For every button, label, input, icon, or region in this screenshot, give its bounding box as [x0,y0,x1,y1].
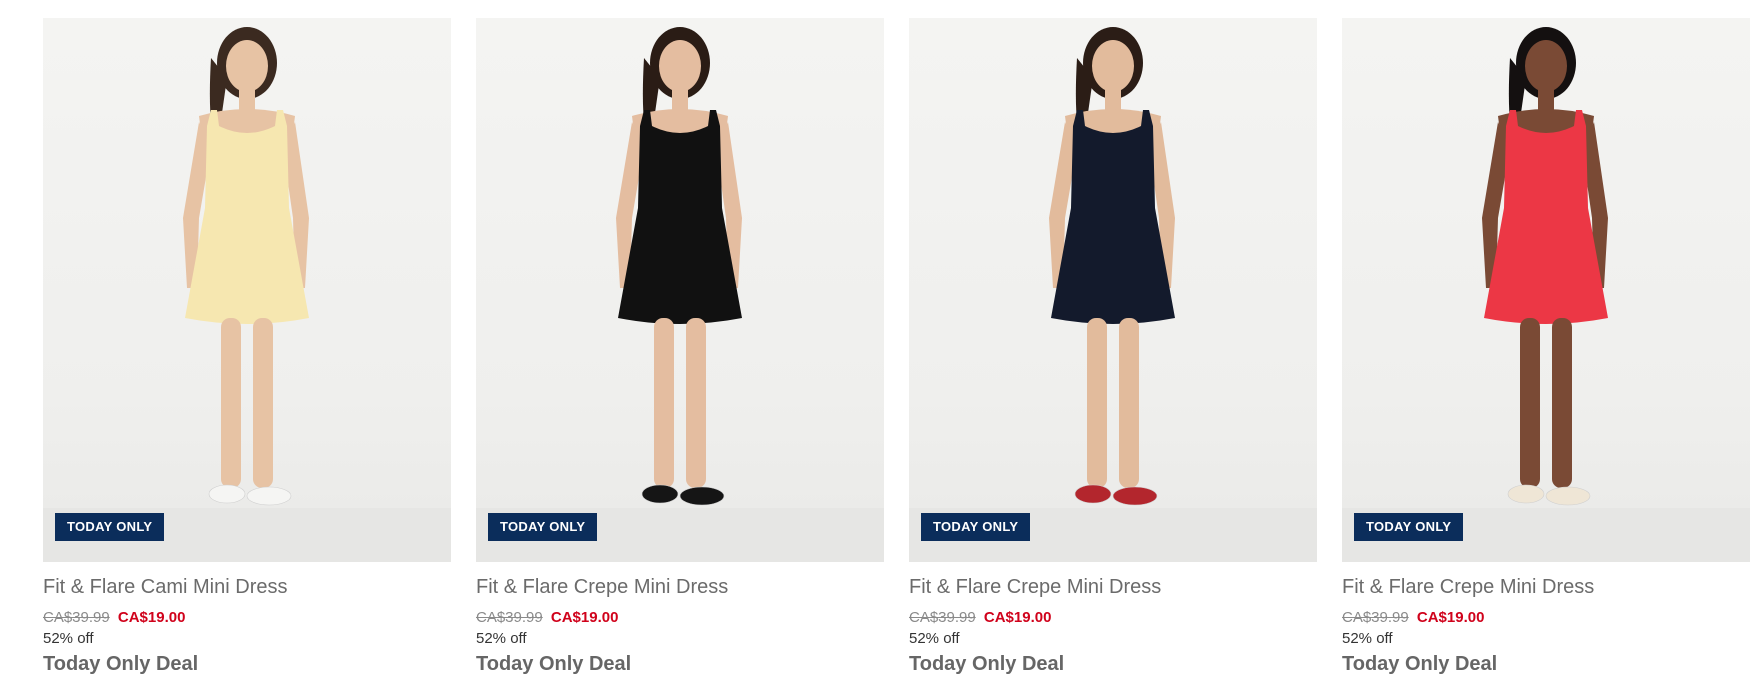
model-figure [43,27,451,562]
original-price: CA$39.99 [476,609,543,626]
promo-label: Today Only Deal [909,653,1065,675]
today-only-badge: TODAY ONLY [1354,513,1464,541]
discount-label: 52% off [476,630,527,647]
discount-label: 52% off [1342,630,1393,647]
sale-price: CA$19.00 [983,609,1052,626]
product-title[interactable]: Fit & Flare Crepe Mini Dress [909,576,1317,599]
promo-label: Today Only Deal [43,653,199,675]
price-row: CA$39.99 CA$19.00 [909,609,1317,626]
original-price: CA$39.99 [1342,609,1409,626]
sale-price: CA$19.00 [117,609,186,626]
model-figure [1342,27,1750,562]
price-row: CA$39.99 CA$19.00 [43,609,451,626]
original-price: CA$39.99 [43,609,110,626]
original-price: CA$39.99 [909,609,976,626]
model-figure [909,27,1317,562]
today-only-badge: TODAY ONLY [921,513,1031,541]
today-only-badge: TODAY ONLY [488,513,598,541]
product-card[interactable]: TODAY ONLY Fit & Flare Cami Mini Dress C… [43,18,451,682]
discount-label: 52% off [909,630,960,647]
product-grid: TODAY ONLY Fit & Flare Cami Mini Dress C… [0,0,1758,682]
promo-label: Today Only Deal [1342,653,1498,675]
promo-label: Today Only Deal [476,653,632,675]
price-row: CA$39.99 CA$19.00 [476,609,884,626]
price-row: CA$39.99 CA$19.00 [1342,609,1750,626]
sale-price: CA$19.00 [1416,609,1485,626]
product-card[interactable]: TODAY ONLY Fit & Flare Crepe Mini Dress … [909,18,1317,682]
product-card[interactable]: TODAY ONLY Fit & Flare Crepe Mini Dress … [1342,18,1750,682]
product-image[interactable]: TODAY ONLY [43,18,451,562]
sale-price: CA$19.00 [550,609,619,626]
discount-label: 52% off [43,630,94,647]
product-title[interactable]: Fit & Flare Crepe Mini Dress [476,576,884,599]
product-image[interactable]: TODAY ONLY [1342,18,1750,562]
product-card[interactable]: TODAY ONLY Fit & Flare Crepe Mini Dress … [476,18,884,682]
product-title[interactable]: Fit & Flare Cami Mini Dress [43,576,451,599]
today-only-badge: TODAY ONLY [55,513,165,541]
product-image[interactable]: TODAY ONLY [909,18,1317,562]
product-title[interactable]: Fit & Flare Crepe Mini Dress [1342,576,1750,599]
product-image[interactable]: TODAY ONLY [476,18,884,562]
model-figure [476,27,884,562]
